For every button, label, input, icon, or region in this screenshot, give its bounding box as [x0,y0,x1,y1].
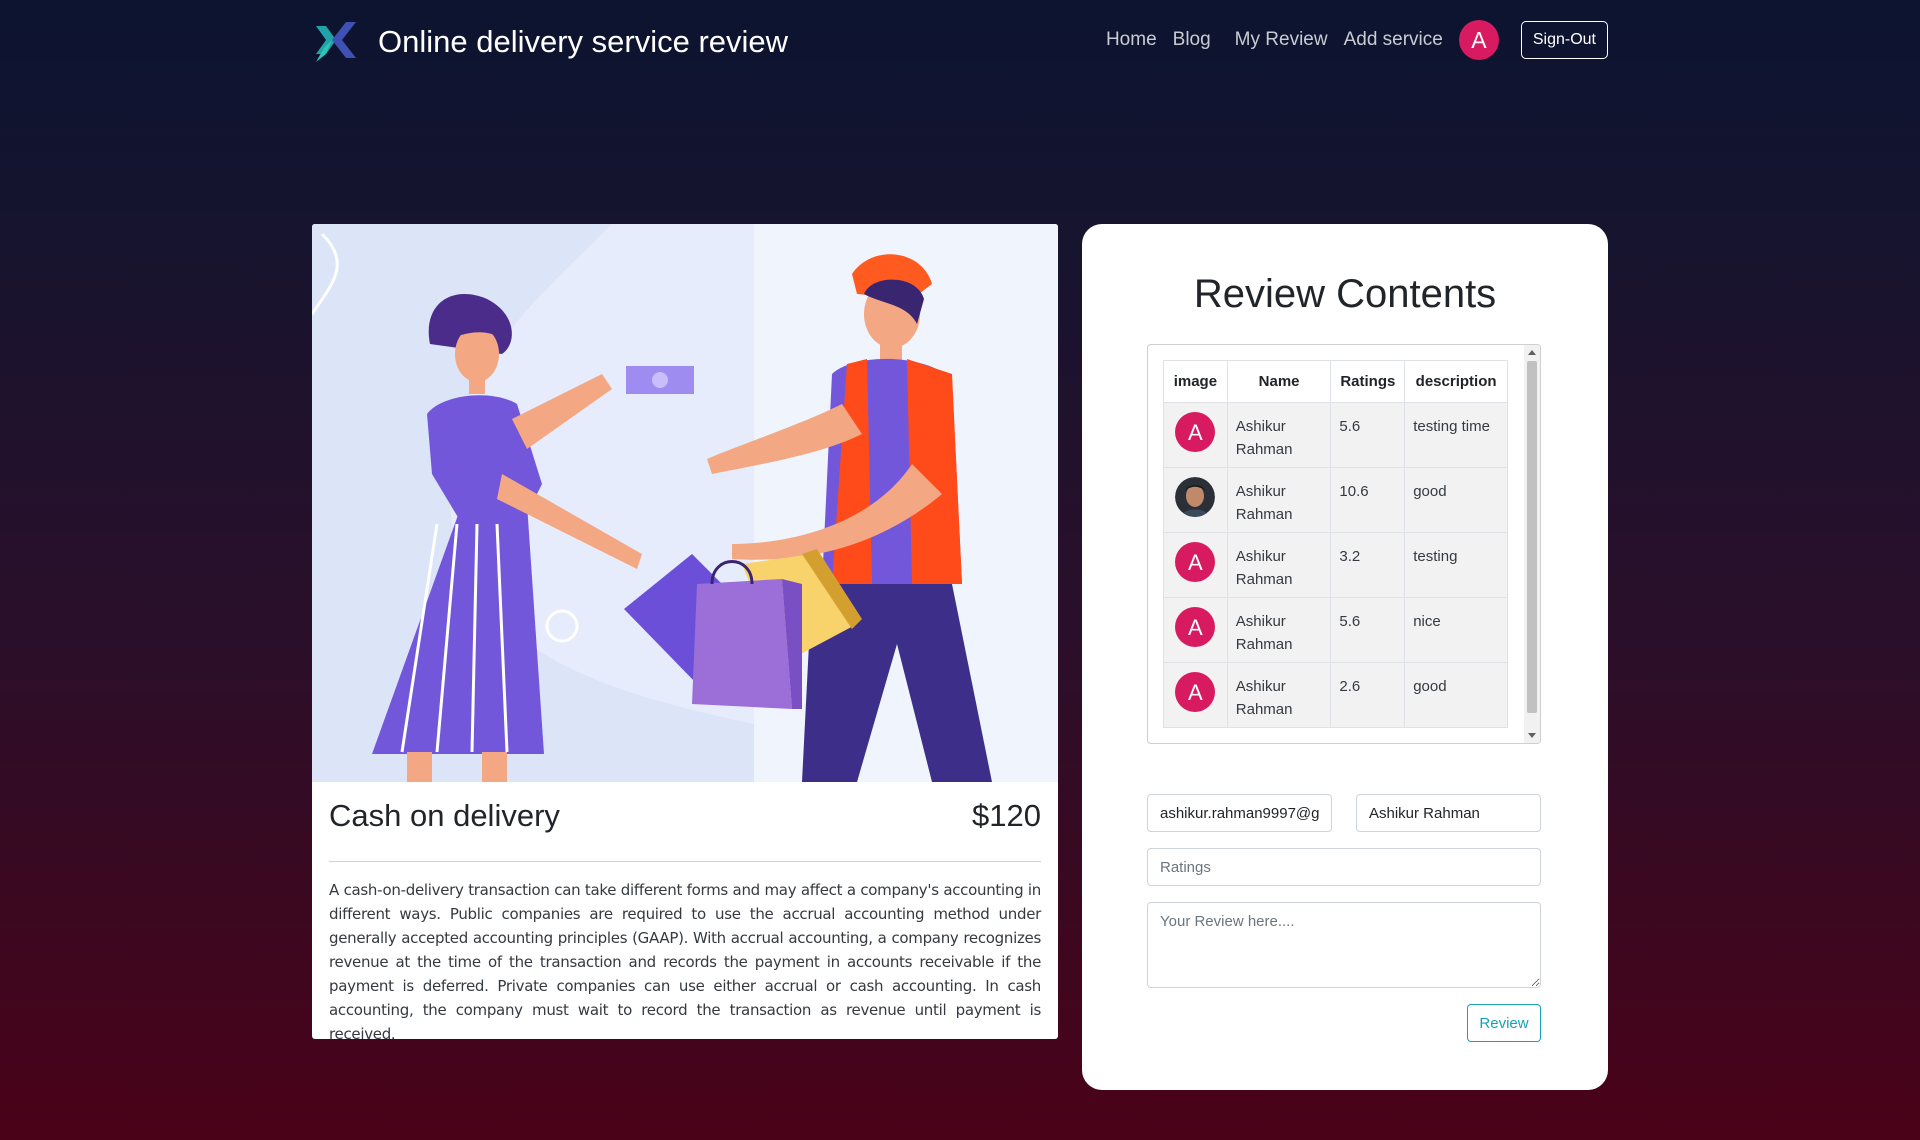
reviews-table: image Name Ratings description A Ashikur… [1163,360,1508,728]
reviewer-name: Ashikur Rahman [1226,662,1332,728]
brand-title: Online delivery service review [378,24,789,59]
review-description: good [1404,467,1508,533]
service-card: Cash on delivery $120 A cash-on-delivery… [312,224,1058,1039]
review-rating: 10.6 [1330,467,1406,533]
reviewer-name: Ashikur Rahman [1226,467,1332,533]
name-field[interactable] [1356,794,1541,832]
col-ratings-header: Ratings [1330,360,1406,403]
review-description: nice [1404,597,1508,663]
col-image-header: image [1163,360,1228,403]
reviewer-name: Ashikur Rahman [1226,402,1332,468]
service-description: A cash-on-delivery transaction can take … [329,881,1041,1039]
col-description-header: description [1404,360,1508,403]
reviewer-name: Ashikur Rahman [1226,532,1332,598]
reviewer-name: Ashikur Rahman [1226,597,1332,663]
table-row: Ashikur Rahman 10.6 good [1163,467,1508,533]
scroll-down-arrow-icon[interactable] [1528,733,1536,738]
review-description: testing [1404,532,1508,598]
review-panel-title: Review Contents [1193,272,1497,316]
ratings-input[interactable] [1147,848,1541,886]
table-row: A Ashikur Rahman 3.2 testing [1163,532,1508,598]
table-row: A Ashikur Rahman 2.6 good [1163,662,1508,728]
table-scrollbar[interactable] [1524,345,1540,743]
nav-home-link[interactable]: Home [1106,29,1157,51]
review-description: good [1404,662,1508,728]
service-title: Cash on delivery [329,798,560,833]
delivery-illustration [312,224,1058,782]
reviewer-avatar: A [1175,607,1216,647]
nav-blog-link[interactable]: Blog [1173,29,1211,51]
user-avatar[interactable]: A [1458,20,1499,60]
navbar: Online delivery service review Home Blog… [312,16,1608,66]
review-description: testing time [1404,402,1508,468]
service-price: $120 [972,798,1041,833]
col-name-header: Name [1226,360,1332,403]
table-row: A Ashikur Rahman 5.6 testing time [1163,402,1508,468]
reviewer-avatar: A [1175,672,1216,712]
scrollbar-thumb[interactable] [1527,361,1537,713]
reviewer-avatar: A [1175,542,1216,582]
nav-add-service-link[interactable]: Add service [1344,29,1443,51]
submit-review-button[interactable]: Review [1467,1004,1541,1042]
scroll-up-arrow-icon[interactable] [1528,350,1536,355]
email-field[interactable] [1147,794,1332,832]
nav-my-review-link[interactable]: My Review [1235,29,1328,51]
table-row: A Ashikur Rahman 5.6 nice [1163,597,1508,663]
table-header-row: image Name Ratings description [1163,360,1508,403]
review-panel: Review Contents image Name Ratings descr… [1082,224,1608,1090]
sign-out-button[interactable]: Sign-Out [1520,21,1608,59]
reviews-table-container[interactable]: image Name Ratings description A Ashikur… [1147,344,1541,744]
card-divider [329,861,1041,862]
review-rating: 2.6 [1330,662,1406,728]
review-rating: 3.2 [1330,532,1406,598]
brand-logo-icon [316,22,356,62]
nav-links: Home Blog My Review Add service A Sign-O… [1106,20,1608,60]
brand[interactable]: Online delivery service review [312,18,788,66]
review-rating: 5.6 [1330,402,1406,468]
reviewer-avatar: A [1175,412,1216,452]
review-rating: 5.6 [1330,597,1406,663]
review-textarea[interactable] [1147,902,1541,988]
reviewer-photo [1175,477,1216,517]
